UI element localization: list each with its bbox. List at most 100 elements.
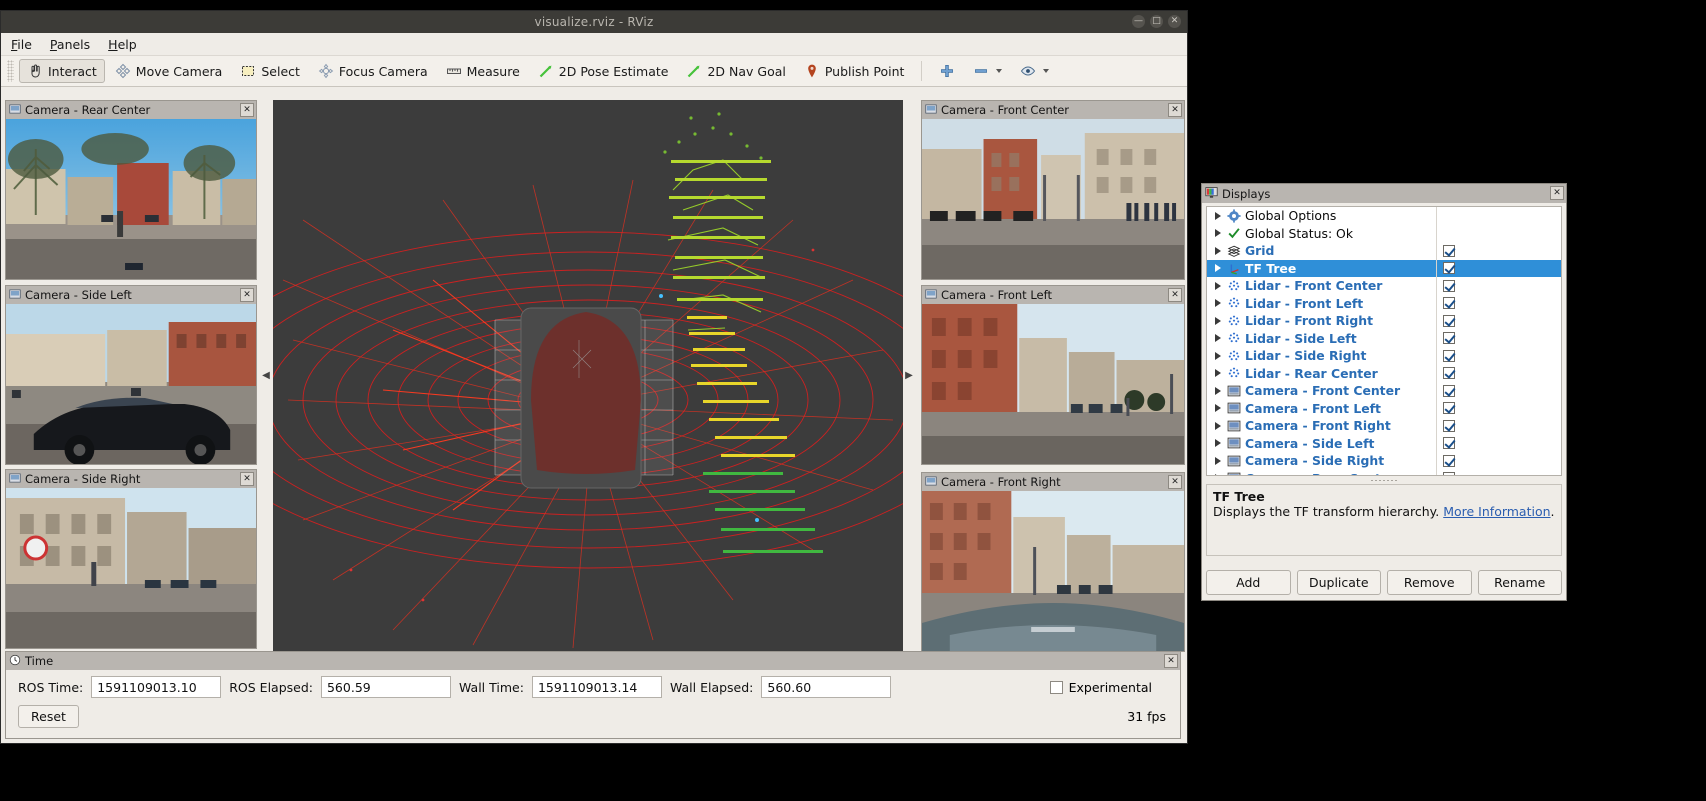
tool-publish-point[interactable]: Publish Point	[796, 59, 913, 83]
display-tree-item-global-status-ok[interactable]: Global Status: Ok	[1207, 225, 1436, 243]
expand-arrow-icon[interactable]	[1215, 351, 1221, 360]
panel-title-bar[interactable]: Camera - Side Left ✕	[6, 286, 256, 304]
tool-2d-pose-estimate[interactable]: 2D Pose Estimate	[530, 59, 677, 83]
maximize-button[interactable]: □	[1150, 15, 1163, 28]
wall-elapsed-input[interactable]: 560.60	[761, 676, 892, 698]
tool-properties-button[interactable]	[1012, 59, 1057, 83]
close-button[interactable]: ✕	[1168, 15, 1181, 28]
add-tool-button[interactable]	[931, 59, 963, 83]
expand-arrow-icon[interactable]	[1215, 404, 1221, 413]
display-enabled-checkbox[interactable]	[1443, 297, 1455, 310]
display-enabled-checkbox[interactable]	[1443, 472, 1455, 475]
displays-tree[interactable]: Global Options Global Status: Ok Grid TF Tr…	[1206, 206, 1562, 476]
display-tree-item-camera-side-right[interactable]: Camera - Side Right	[1207, 452, 1436, 470]
display-enabled-checkbox[interactable]	[1443, 279, 1455, 292]
display-enabled-cell[interactable]	[1437, 295, 1561, 313]
more-information-link[interactable]: More Information	[1443, 504, 1550, 519]
display-enabled-checkbox[interactable]	[1443, 419, 1455, 432]
display-enabled-checkbox[interactable]	[1443, 262, 1455, 275]
expand-arrow-icon[interactable]	[1215, 334, 1221, 343]
panel-close-button[interactable]: ✕	[1168, 288, 1182, 302]
right-splitter-handle[interactable]: ▶	[904, 100, 914, 651]
expand-arrow-icon[interactable]	[1215, 246, 1221, 255]
display-tree-item-lidar-side-right[interactable]: Lidar - Side Right	[1207, 347, 1436, 365]
expand-arrow-icon[interactable]	[1215, 229, 1221, 238]
display-enabled-cell[interactable]	[1437, 400, 1561, 418]
display-enabled-cell[interactable]	[1437, 347, 1561, 365]
display-enabled-checkbox[interactable]	[1443, 454, 1455, 467]
display-enabled-cell[interactable]	[1437, 242, 1561, 260]
display-tree-item-grid[interactable]: Grid	[1207, 242, 1436, 260]
display-tree-item-global-options[interactable]: Global Options	[1207, 207, 1436, 225]
panel-title-bar[interactable]: Camera - Front Left ✕	[922, 286, 1184, 304]
experimental-checkbox[interactable]	[1049, 680, 1063, 694]
expand-arrow-icon[interactable]	[1215, 369, 1221, 378]
expand-arrow-icon[interactable]	[1215, 299, 1221, 308]
panel-title-bar[interactable]: Camera - Front Right ✕	[922, 473, 1184, 491]
chevron-down-icon-2[interactable]	[1043, 69, 1050, 73]
display-enabled-checkbox[interactable]	[1443, 349, 1455, 362]
expand-arrow-icon[interactable]	[1215, 316, 1221, 325]
wall-time-input[interactable]: 1591109013.14	[531, 676, 662, 698]
toolbar-grip[interactable]	[7, 60, 14, 82]
displays-splitter-grip[interactable]	[1202, 477, 1566, 483]
display-enabled-cell[interactable]	[1437, 452, 1561, 470]
tool-move-camera[interactable]: Move Camera	[107, 59, 231, 83]
panel-title-bar[interactable]: Camera - Side Right ✕	[6, 470, 256, 488]
display-enabled-cell[interactable]	[1437, 312, 1561, 330]
expand-arrow-icon[interactable]	[1215, 211, 1221, 220]
menu-file[interactable]: File	[11, 37, 32, 52]
expand-arrow-icon[interactable]	[1215, 421, 1221, 430]
display-enabled-cell[interactable]	[1437, 382, 1561, 400]
tool-interact[interactable]: Interact	[19, 59, 105, 83]
rename-display-button[interactable]: Rename	[1477, 570, 1562, 595]
display-tree-item-camera-front-center[interactable]: Camera - Front Center	[1207, 382, 1436, 400]
panel-close-button[interactable]: ✕	[240, 288, 254, 302]
ros-elapsed-input[interactable]: 560.59	[320, 676, 451, 698]
menu-help[interactable]: Help	[108, 37, 137, 52]
display-tree-item-lidar-side-left[interactable]: Lidar - Side Left	[1207, 330, 1436, 348]
reset-button[interactable]: Reset	[18, 705, 79, 728]
add-display-button[interactable]: Add	[1206, 570, 1291, 595]
tool-focus-camera[interactable]: Focus Camera	[310, 59, 436, 83]
tool-select[interactable]: Select	[232, 59, 308, 83]
ros-time-input[interactable]: 1591109013.10	[91, 676, 222, 698]
menu-panels[interactable]: Panels	[50, 37, 90, 52]
remove-tool-button[interactable]	[965, 59, 1010, 83]
display-enabled-cell[interactable]	[1437, 330, 1561, 348]
expand-arrow-icon[interactable]	[1215, 474, 1221, 475]
display-enabled-cell[interactable]	[1437, 365, 1561, 383]
time-panel-title-bar[interactable]: Time ✕	[6, 652, 1180, 670]
display-enabled-cell[interactable]	[1437, 470, 1561, 475]
displays-title-bar[interactable]: Displays ✕	[1202, 184, 1566, 203]
expand-arrow-icon[interactable]	[1215, 439, 1221, 448]
panel-close-button[interactable]: ✕	[1168, 103, 1182, 117]
chevron-down-icon[interactable]	[996, 69, 1003, 73]
minimize-button[interactable]: —	[1132, 15, 1145, 28]
3d-viewport[interactable]	[273, 100, 903, 651]
display-enabled-checkbox[interactable]	[1443, 332, 1455, 345]
panel-title-bar[interactable]: Camera - Front Center ✕	[922, 101, 1184, 119]
display-enabled-cell[interactable]	[1437, 259, 1561, 277]
display-tree-item-lidar-rear-center[interactable]: Lidar - Rear Center	[1207, 365, 1436, 383]
display-tree-item-camera-front-left[interactable]: Camera - Front Left	[1207, 400, 1436, 418]
panel-close-button[interactable]: ✕	[240, 103, 254, 117]
display-tree-item-lidar-front-left[interactable]: Lidar - Front Left	[1207, 295, 1436, 313]
display-enabled-checkbox[interactable]	[1443, 402, 1455, 415]
display-tree-item-camera-side-left[interactable]: Camera - Side Left	[1207, 435, 1436, 453]
displays-close-button[interactable]: ✕	[1550, 186, 1564, 200]
display-enabled-cell[interactable]	[1437, 417, 1561, 435]
expand-arrow-icon[interactable]	[1215, 281, 1221, 290]
display-enabled-checkbox[interactable]	[1443, 244, 1455, 257]
left-splitter-handle[interactable]: ◀	[261, 100, 271, 651]
display-tree-item-lidar-front-right[interactable]: Lidar - Front Right	[1207, 312, 1436, 330]
display-tree-item-camera-rear-center[interactable]: Camera - Rear Center	[1207, 470, 1436, 475]
panel-title-bar[interactable]: Camera - Rear Center ✕	[6, 101, 256, 119]
display-tree-item-camera-front-right[interactable]: Camera - Front Right	[1207, 417, 1436, 435]
remove-display-button[interactable]: Remove	[1387, 570, 1472, 595]
tool-measure[interactable]: Measure	[438, 59, 528, 83]
display-tree-item-tf-tree[interactable]: TF Tree	[1207, 259, 1436, 277]
display-enabled-cell[interactable]	[1437, 277, 1561, 295]
expand-arrow-icon[interactable]	[1215, 456, 1221, 465]
display-enabled-checkbox[interactable]	[1443, 437, 1455, 450]
